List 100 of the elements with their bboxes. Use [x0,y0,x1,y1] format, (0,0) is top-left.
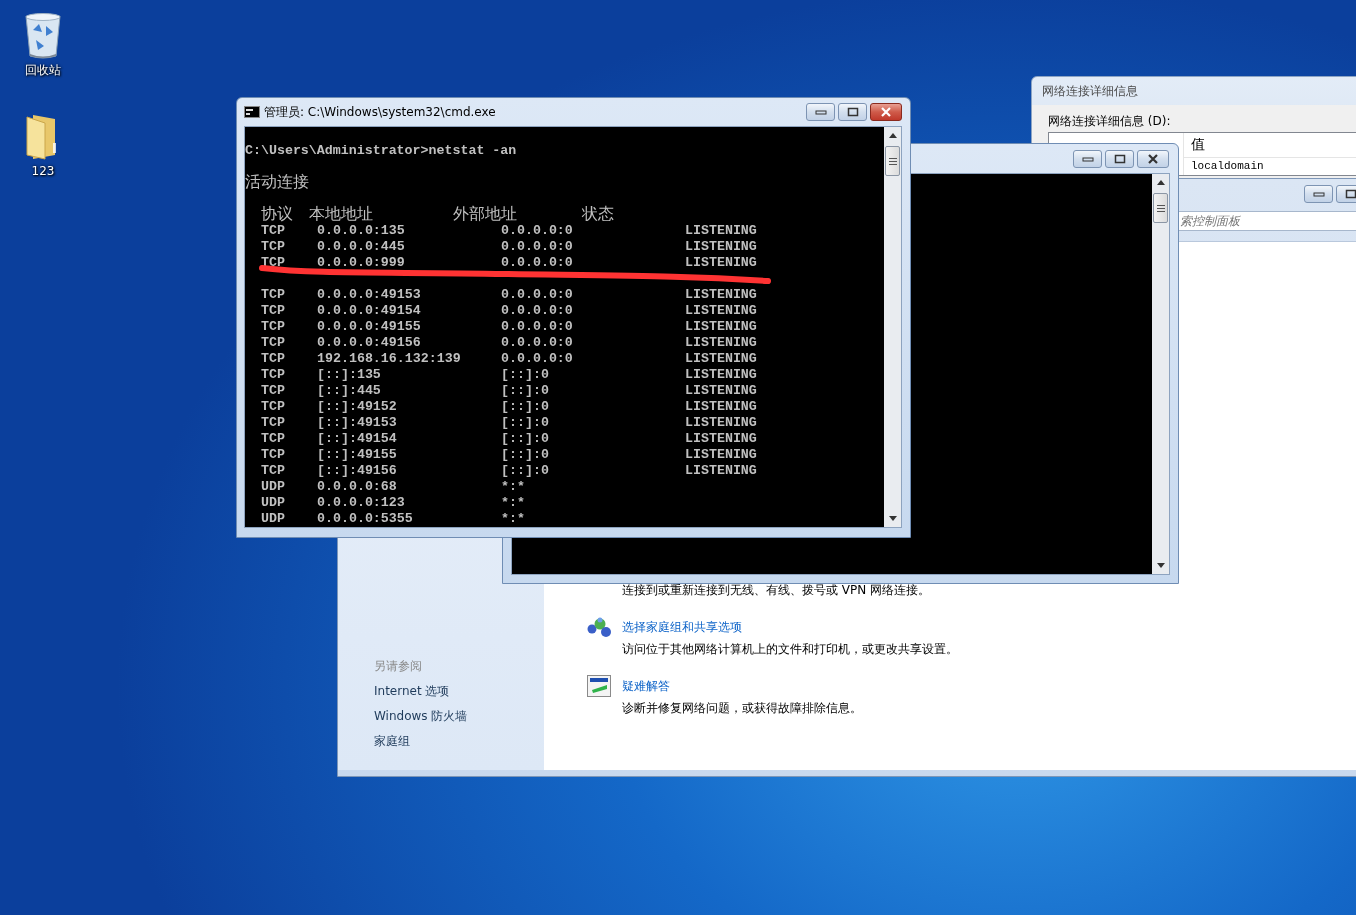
console-text: 0.0.0.0:0 [501,255,573,271]
sidebar-link[interactable]: Windows 防火墙 [374,704,468,729]
console-text: [::]:445 [317,383,381,399]
console-text: 0.0.0.0:0 [501,303,573,319]
console-text: 0.0.0.0:123 [317,495,405,511]
sidebar-link[interactable]: 家庭组 [374,729,410,754]
maximize-button[interactable] [1105,149,1134,168]
console-text: UDP [261,479,285,495]
maximize-icon [1113,153,1126,164]
console-text: [::]:0 [501,431,549,447]
console-text: LISTENING [685,351,757,367]
console-text: 0.0.0.0:0 [501,351,573,367]
scrollbar-thumb[interactable] [885,146,900,176]
console-text: TCP [261,239,285,255]
column-header[interactable]: 值 [1184,133,1205,157]
list-cell-text: localdomain [1190,159,1264,174]
icon-label: 123 [31,163,55,179]
console-text: LISTENING [685,383,757,399]
recycle-bin-icon[interactable] [24,12,62,60]
minimize-icon [1312,190,1325,198]
console-text: TCP [261,463,285,479]
console-line: C:\Users\Administrator>netstat -an [245,143,518,159]
down-arrow-icon [888,516,897,521]
console-text: [::]:0 [501,415,549,431]
console-text: LISTENING [685,255,757,271]
close-icon [879,107,893,117]
console-text: [::]:49153 [317,415,397,431]
scrollbar[interactable] [884,127,901,527]
console-text: TCP [261,431,285,447]
console-text: UDP [261,511,285,527]
console-text: TCP [261,319,285,335]
console-text: LISTENING [685,319,757,335]
task-description: 访问位于其他网络计算机上的文件和打印机，或更改共享设置。 [622,641,958,658]
scrollbar[interactable] [1152,174,1169,574]
icon-label: 回收站 [25,62,61,78]
console-text: 0.0.0.0:445 [317,239,405,255]
task-description: 连接到或重新连接到无线、有线、拨号或 VPN 网络连接。 [622,582,931,599]
console-text: [::]:0 [501,447,549,463]
minimize-icon [814,108,827,116]
console-text: 0.0.0.0:49155 [317,319,421,335]
console-text: LISTENING [685,287,757,303]
console-text: 0.0.0.0:49156 [317,335,421,351]
console-text: [::]:49155 [317,447,397,463]
maximize-button[interactable] [838,103,867,121]
console-text: 0.0.0.0:135 [317,223,405,239]
console-line: 活动连接 [245,175,310,191]
dialog-title: 网络连接详细信息 [1041,82,1139,100]
console-text: TCP [261,223,285,239]
console-text: LISTENING [685,399,757,415]
console-text: [::]:135 [317,367,381,383]
sidebar-link[interactable]: Internet 选项 [374,679,450,704]
console-text: [::]:49156 [317,463,397,479]
console-text: LISTENING [685,335,757,351]
console-icon [244,106,260,118]
console-text: *:* [501,511,525,527]
console-text: LISTENING [685,303,757,319]
console-text: [::]:49152 [317,399,397,415]
console-text: TCP [261,335,285,351]
close-button[interactable] [870,103,902,121]
console-text: TCP [261,447,285,463]
console-text: TCP [261,287,285,303]
console-text: TCP [261,367,285,383]
console-text: LISTENING [685,431,757,447]
console-text: 0.0.0.0:68 [317,479,397,495]
console-text: 0.0.0.0:5355 [317,511,413,527]
minimize-icon [1081,154,1094,163]
console-text: TCP [261,399,285,415]
grip-icon [1156,204,1165,212]
console-text: TCP [261,415,285,431]
close-icon [1146,153,1160,164]
task-link[interactable]: 疑难解答 [622,675,862,697]
console-text: 0.0.0.0:999 [317,255,405,271]
console-text: 0.0.0.0:0 [501,319,573,335]
console-text: *:* [501,479,525,495]
up-arrow-icon [1156,180,1165,185]
console-text: LISTENING [685,463,757,479]
console-text: 192.168.16.132:139 [317,351,461,367]
console-column-header: 外部地址 [453,207,517,223]
list-label: 网络连接详细信息 (D): [1048,113,1172,129]
section-heading: 另请参阅 [374,658,422,675]
task-link[interactable]: 选择家庭组和共享选项 [622,616,958,638]
window-title: 管理员: C:\Windows\system32\cmd.exe [264,103,497,121]
console-text: 0.0.0.0:0 [501,287,573,303]
console-text: UDP [261,495,285,511]
console-text: LISTENING [685,447,757,463]
console-column-header: 状态 [582,207,614,223]
console-text: LISTENING [685,367,757,383]
console-column-header: 本地地址 [309,207,373,223]
scrollbar-thumb[interactable] [1153,193,1168,223]
console-text: [::]:0 [501,367,549,383]
console-text: TCP [261,351,285,367]
console-text: [::]:49154 [317,431,397,447]
close-button[interactable] [1137,149,1169,168]
console-text: 0.0.0.0:49154 [317,303,421,319]
grip-icon [888,157,897,165]
search-field[interactable]: 索控制面板 [1176,211,1356,231]
console-text: TCP [261,383,285,399]
console-text: 0.0.0.0:0 [501,239,573,255]
console-text: [::]:0 [501,383,549,399]
window-icon [587,675,611,697]
